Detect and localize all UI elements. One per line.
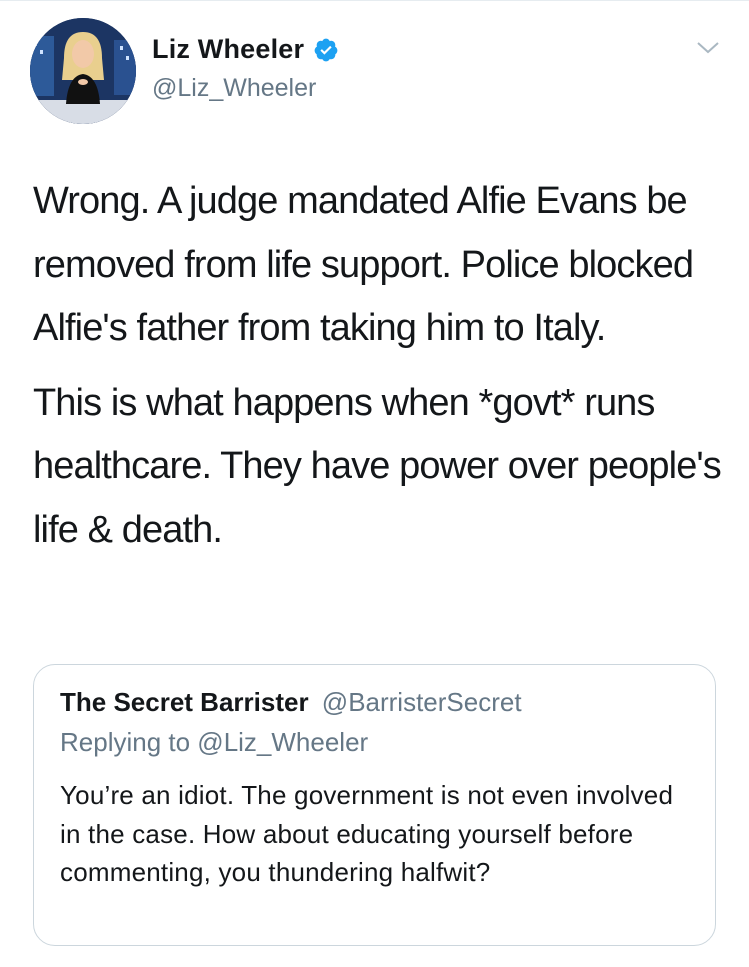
quote-author-name: The Secret Barrister — [60, 687, 309, 717]
quote-header: The Secret Barrister @BarristerSecret — [60, 687, 522, 718]
quote-body: You’re an idiot. The government is not e… — [60, 780, 674, 887]
avatar[interactable] — [30, 18, 136, 124]
tweet-text: Wrong. A judge mandated Alfie Evans be r… — [33, 170, 723, 562]
quoted-tweet-card[interactable]: The Secret Barrister @BarristerSecret Re… — [33, 664, 716, 946]
verified-badge-icon — [314, 38, 338, 61]
chevron-down-icon[interactable] — [696, 40, 720, 56]
author-handle[interactable]: @Liz_Wheeler — [152, 74, 316, 103]
author-name[interactable]: Liz Wheeler — [152, 34, 304, 65]
quote-author-handle: @BarristerSecret — [321, 687, 522, 717]
tweet-paragraph: Wrong. A judge mandated Alfie Evans be r… — [33, 180, 694, 349]
tweet-paragraph: This is what happens when *govt* runs he… — [33, 381, 722, 551]
author-name-row[interactable]: Liz Wheeler — [152, 34, 339, 65]
avatar-image — [30, 18, 136, 124]
top-divider — [0, 0, 749, 1]
quote-replying-to: Replying to @Liz_Wheeler — [60, 727, 369, 757]
